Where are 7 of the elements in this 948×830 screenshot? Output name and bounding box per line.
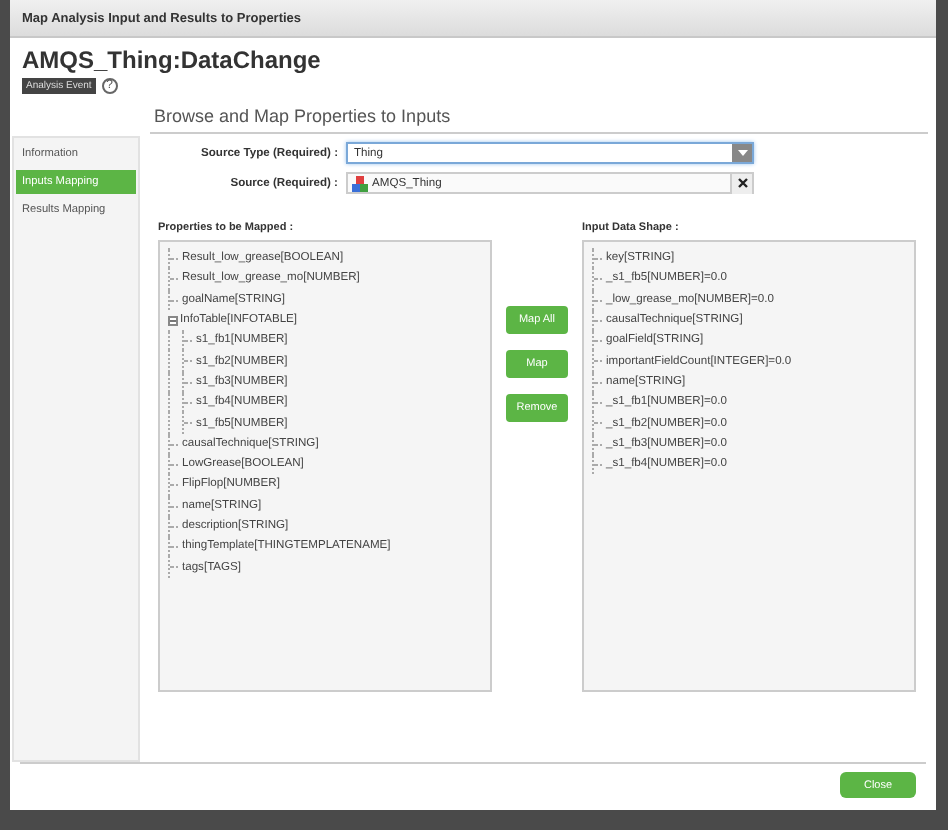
- close-icon: [737, 178, 747, 188]
- section-title: Browse and Map Properties to Inputs: [150, 94, 928, 134]
- page-title: AMQS_Thing:DataChange: [22, 46, 323, 74]
- clear-button[interactable]: [730, 173, 752, 193]
- blocks-icon: [352, 175, 368, 191]
- caret-icon: [732, 144, 752, 162]
- minus-icon[interactable]: [168, 315, 178, 326]
